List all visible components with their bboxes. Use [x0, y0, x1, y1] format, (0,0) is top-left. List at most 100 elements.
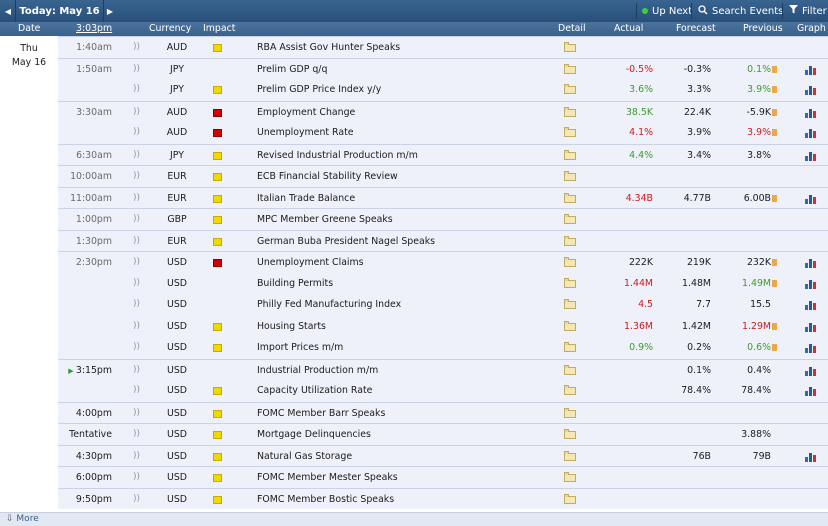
event-title[interactable]: FOMC Member Mester Speaks — [257, 472, 398, 483]
bar-chart-icon[interactable] — [805, 64, 817, 75]
event-title[interactable]: FOMC Member Barr Speaks — [257, 408, 385, 419]
event-row[interactable]: 6:00pm)) USD FOMC Member Mester Speaks — [58, 466, 828, 488]
search-events-button[interactable]: Search Events — [698, 0, 783, 22]
detail-button[interactable] — [564, 257, 576, 267]
bar-chart-icon[interactable] — [805, 365, 817, 376]
event-title[interactable]: Prelim GDP q/q — [257, 64, 327, 75]
bar-chart-icon[interactable] — [805, 107, 817, 118]
bar-chart-icon[interactable] — [805, 321, 817, 332]
sound-wave-icon[interactable]: )) — [133, 408, 140, 418]
detail-button[interactable] — [564, 277, 576, 288]
bar-chart-icon[interactable] — [805, 278, 817, 289]
event-row[interactable]: 2:30pm)) USD Unemployment Claims 222K 219K 23… — [58, 251, 828, 273]
bar-chart-icon[interactable] — [805, 257, 817, 268]
event-title[interactable]: Unemployment Rate — [257, 127, 354, 138]
event-title[interactable]: ECB Financial Stability Review — [257, 171, 398, 182]
event-row[interactable]: 1:00pm)) GBP MPC Member Greene Speaks — [58, 208, 828, 230]
event-row[interactable]: 11:00am)) EUR Italian Trade Balance 4.34B 4.… — [58, 186, 828, 208]
event-title[interactable]: MPC Member Greene Speaks — [257, 214, 393, 225]
detail-button[interactable] — [564, 472, 576, 482]
sound-wave-icon[interactable]: )) — [133, 494, 140, 504]
sound-wave-icon[interactable]: )) — [133, 107, 140, 117]
event-title[interactable]: Industrial Production m/m — [257, 365, 378, 376]
event-row[interactable]: 10:00am)) EUR ECB Financial Stability Revi… — [58, 165, 828, 187]
sound-wave-icon[interactable]: )) — [133, 150, 140, 160]
detail-button[interactable] — [564, 493, 576, 504]
sound-wave-icon[interactable]: )) — [133, 342, 140, 352]
event-row[interactable]: 1:30pm)) EUR German Buba President Nagel S… — [58, 229, 828, 251]
bar-chart-icon[interactable] — [805, 150, 817, 161]
event-title[interactable]: German Buba President Nagel Speaks — [257, 236, 435, 247]
sound-wave-icon[interactable]: )) — [133, 365, 140, 375]
event-row[interactable]: ▶ 3:15pm)) USD Industrial Production m/m 0.… — [58, 358, 828, 380]
sound-wave-icon[interactable]: )) — [133, 64, 140, 74]
sound-wave-icon[interactable]: )) — [133, 193, 140, 203]
event-row[interactable]: 3:30am)) AUD Employment Change 38.5K 22.4K -5… — [58, 100, 828, 122]
bar-chart-icon[interactable] — [805, 127, 817, 138]
detail-button[interactable] — [564, 450, 576, 461]
detail-button[interactable] — [564, 429, 576, 439]
today-button[interactable]: Today: May 16 — [15, 0, 104, 22]
event-title[interactable]: Import Prices m/m — [257, 342, 343, 353]
event-row[interactable]: Tentative)) USD Mortgage Delinquencies 3.88… — [58, 423, 828, 445]
event-title[interactable]: Unemployment Claims — [257, 257, 364, 268]
bar-chart-icon[interactable] — [805, 299, 817, 310]
sound-wave-icon[interactable]: )) — [133, 472, 140, 482]
event-title[interactable]: Mortgage Delinquencies — [257, 429, 371, 440]
bar-chart-icon[interactable] — [805, 451, 817, 462]
event-title[interactable]: Philly Fed Manufacturing Index — [257, 299, 401, 310]
event-row[interactable]: )) AUD Unemployment Rate 4.1% 3.9% 3.9% — [58, 122, 828, 144]
detail-button[interactable] — [564, 342, 576, 352]
detail-button[interactable] — [564, 42, 576, 52]
next-day-button[interactable]: ▶ — [103, 0, 117, 22]
sound-wave-icon[interactable]: )) — [133, 42, 140, 52]
detail-button[interactable] — [564, 84, 576, 94]
event-row[interactable]: 4:00pm)) USD FOMC Member Barr Speaks — [58, 401, 828, 423]
sound-wave-icon[interactable]: )) — [133, 171, 140, 181]
event-row[interactable]: 6:30am)) JPY Revised Industrial Production… — [58, 143, 828, 165]
event-row[interactable]: )) JPY Prelim GDP Price Index y/y 3.6% 3.3% 3… — [58, 79, 828, 101]
bar-chart-icon[interactable] — [805, 193, 817, 204]
header-time-link[interactable]: 3:03pm — [76, 23, 112, 34]
bar-chart-icon[interactable] — [805, 385, 817, 396]
sound-wave-icon[interactable]: )) — [133, 214, 140, 224]
event-row[interactable]: )) USD Building Permits 1.44M 1.48M 1.49M — [58, 272, 828, 294]
sound-wave-icon[interactable]: )) — [133, 299, 140, 309]
detail-button[interactable] — [564, 364, 576, 375]
previous-day-button[interactable]: ◀ — [1, 0, 15, 22]
detail-button[interactable] — [564, 299, 576, 309]
detail-button[interactable] — [564, 320, 576, 331]
event-title[interactable]: Housing Starts — [257, 321, 326, 332]
event-title[interactable]: Prelim GDP Price Index y/y — [257, 84, 381, 95]
event-title[interactable]: Building Permits — [257, 278, 333, 289]
sound-wave-icon[interactable]: )) — [133, 385, 140, 395]
detail-button[interactable] — [564, 385, 576, 395]
event-title[interactable]: Revised Industrial Production m/m — [257, 150, 418, 161]
detail-button[interactable] — [564, 127, 576, 137]
event-title[interactable]: Employment Change — [257, 107, 355, 118]
detail-button[interactable] — [564, 235, 576, 246]
event-row[interactable]: )) USD Housing Starts 1.36M 1.42M 1.29M — [58, 315, 828, 337]
sound-wave-icon[interactable]: )) — [133, 321, 140, 331]
sound-wave-icon[interactable]: )) — [133, 451, 140, 461]
sound-wave-icon[interactable]: )) — [133, 84, 140, 94]
event-title[interactable]: RBA Assist Gov Hunter Speaks — [257, 42, 400, 53]
event-title[interactable]: Natural Gas Storage — [257, 451, 352, 462]
detail-button[interactable] — [564, 63, 576, 74]
sound-wave-icon[interactable]: )) — [133, 278, 140, 288]
bar-chart-icon[interactable] — [805, 342, 817, 353]
detail-button[interactable] — [564, 149, 576, 160]
event-title[interactable]: FOMC Member Bostic Speaks — [257, 494, 394, 505]
detail-button[interactable] — [564, 171, 576, 181]
sound-wave-icon[interactable]: )) — [133, 429, 140, 439]
filter-button[interactable]: Filter — [789, 0, 827, 22]
detail-button[interactable] — [564, 106, 576, 117]
sound-wave-icon[interactable]: )) — [133, 257, 140, 267]
event-row[interactable]: 4:30pm)) USD Natural Gas Storage 76B 79B — [58, 444, 828, 466]
detail-button[interactable] — [564, 192, 576, 203]
event-row[interactable]: 1:50am)) JPY Prelim GDP q/q -0.5% -0.3% 0.1% — [58, 57, 828, 79]
event-row[interactable]: )) USD Philly Fed Manufacturing Index 4.5 7.… — [58, 294, 828, 316]
detail-button[interactable] — [564, 407, 576, 418]
more-link[interactable]: ⇩ More — [6, 514, 39, 524]
event-row[interactable]: 9:50pm)) USD FOMC Member Bostic Speaks — [58, 487, 828, 509]
